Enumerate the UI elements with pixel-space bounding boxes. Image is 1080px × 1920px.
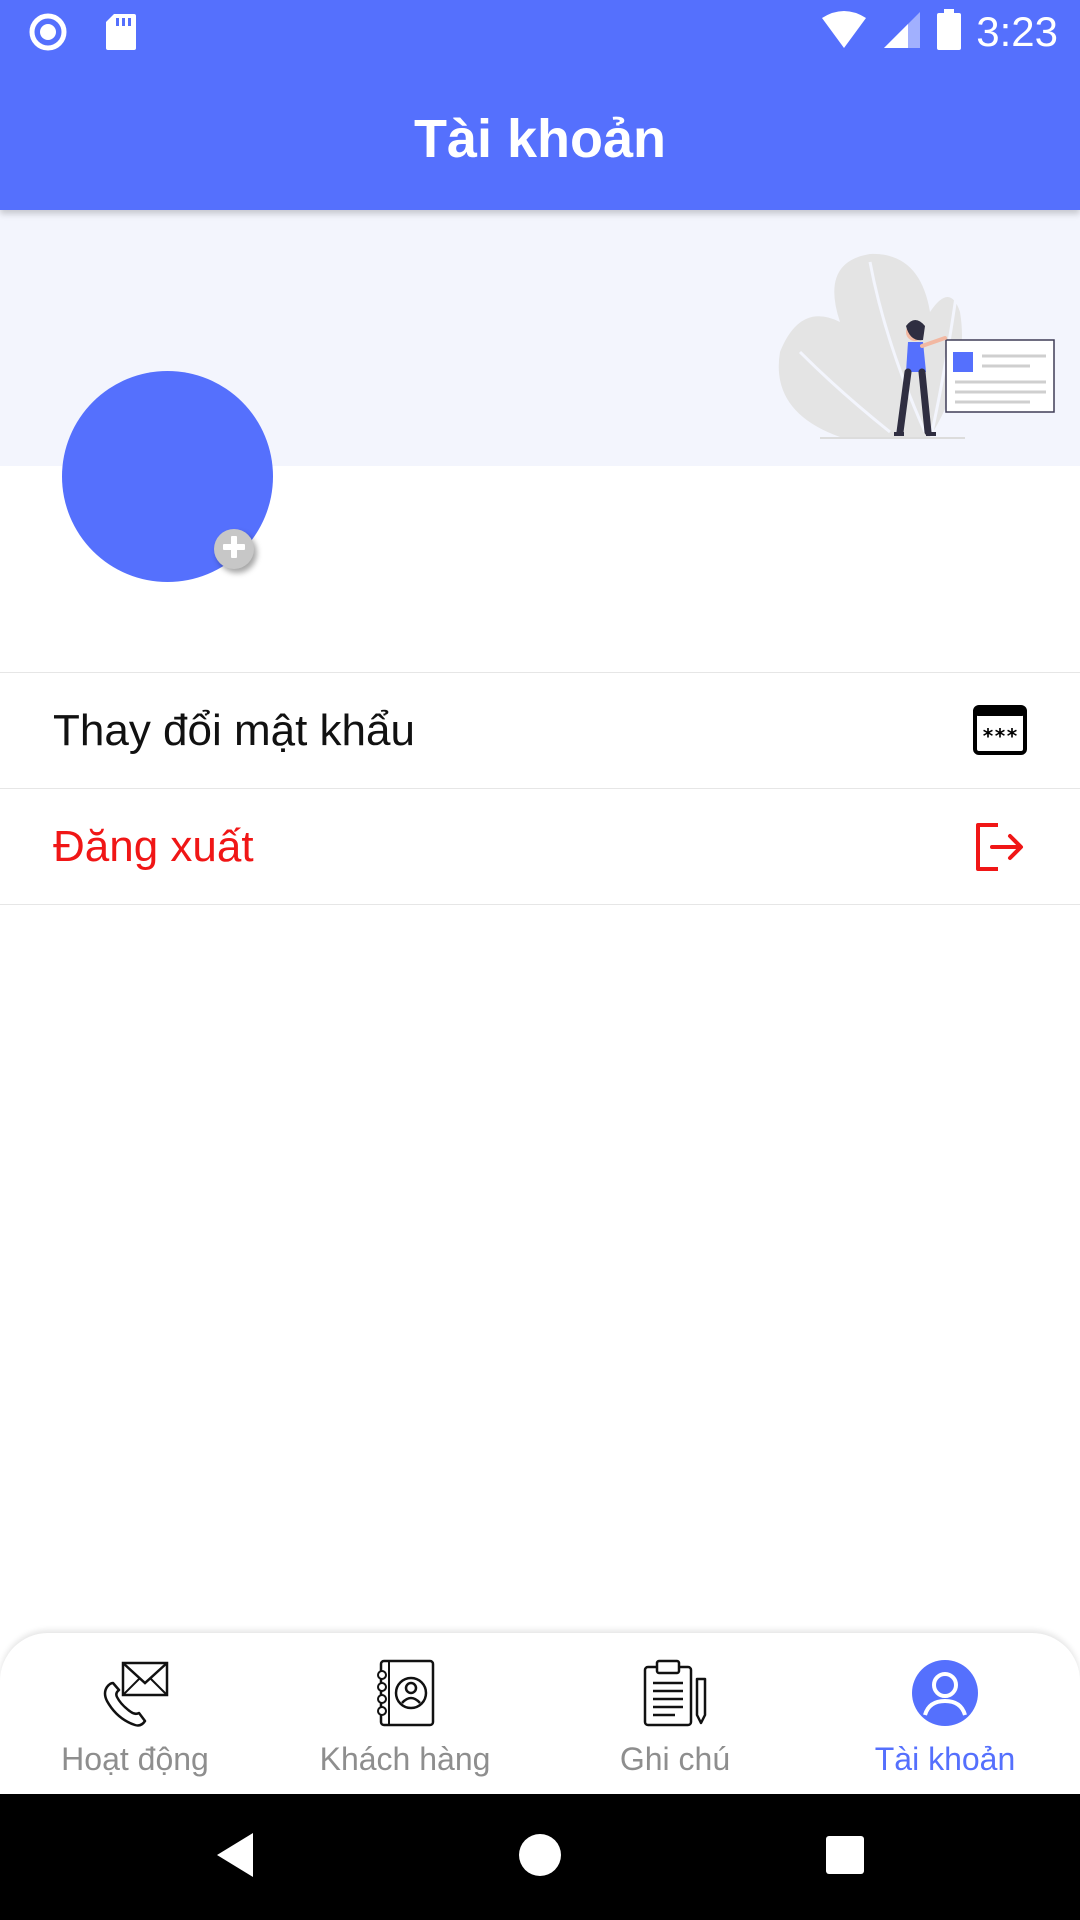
back-button[interactable]	[200, 1822, 270, 1892]
plus-icon	[220, 533, 248, 566]
logout-icon	[972, 819, 1028, 875]
record-icon	[28, 12, 68, 57]
app-bar: 3:23 Tài khoản	[0, 0, 1080, 210]
sd-card-icon	[104, 12, 138, 57]
change-password-label: Thay đổi mật khẩu	[53, 705, 415, 755]
user-account-icon	[909, 1657, 981, 1729]
banner-illustration	[760, 242, 1060, 442]
password-icon: ***	[972, 703, 1028, 759]
nav-item-customers[interactable]: Khách hàng	[270, 1633, 540, 1794]
bottom-navigation: Hoạt động Khách hàng Ghi chú Tài khoản	[0, 1633, 1080, 1794]
contact-book-icon	[369, 1657, 441, 1729]
nav-item-account[interactable]: Tài khoản	[810, 1633, 1080, 1794]
wifi-icon	[820, 10, 868, 55]
system-navigation-bar	[0, 1794, 1080, 1920]
status-right-icons: 3:23	[820, 6, 1058, 58]
nav-label-account: Tài khoản	[874, 1741, 1016, 1777]
page-title: Tài khoản	[413, 109, 667, 169]
nav-item-activity[interactable]: Hoạt động	[0, 1633, 270, 1794]
home-icon	[518, 1833, 562, 1882]
logout-label: Đăng xuất	[53, 821, 254, 871]
status-left-icons	[28, 12, 138, 57]
recents-icon	[825, 1835, 865, 1880]
logout-item[interactable]: Đăng xuất	[0, 789, 1080, 905]
nav-label-notes: Ghi chú	[619, 1741, 731, 1777]
cellular-signal-icon	[882, 10, 922, 55]
change-password-item[interactable]: Thay đổi mật khẩu ***	[0, 673, 1080, 789]
clipboard-note-icon	[639, 1657, 711, 1729]
account-menu: Thay đổi mật khẩu *** Đăng xuất	[0, 672, 1080, 905]
nav-label-customers: Khách hàng	[319, 1741, 491, 1777]
back-icon	[213, 1831, 257, 1884]
recents-button[interactable]	[810, 1822, 880, 1892]
battery-icon	[936, 8, 962, 56]
account-screen: 3:23 Tài khoản Thay đổi mật khẩu *** Đăn…	[0, 0, 1080, 1920]
status-bar: 3:23	[0, 0, 1080, 64]
phone-mail-icon	[99, 1657, 171, 1729]
nav-item-notes[interactable]: Ghi chú	[540, 1633, 810, 1794]
svg-text:***: ***	[982, 724, 1018, 748]
home-button[interactable]	[505, 1822, 575, 1892]
nav-label-activity: Hoạt động	[61, 1741, 209, 1777]
add-photo-button[interactable]	[214, 529, 254, 569]
status-time: 3:23	[976, 8, 1058, 55]
